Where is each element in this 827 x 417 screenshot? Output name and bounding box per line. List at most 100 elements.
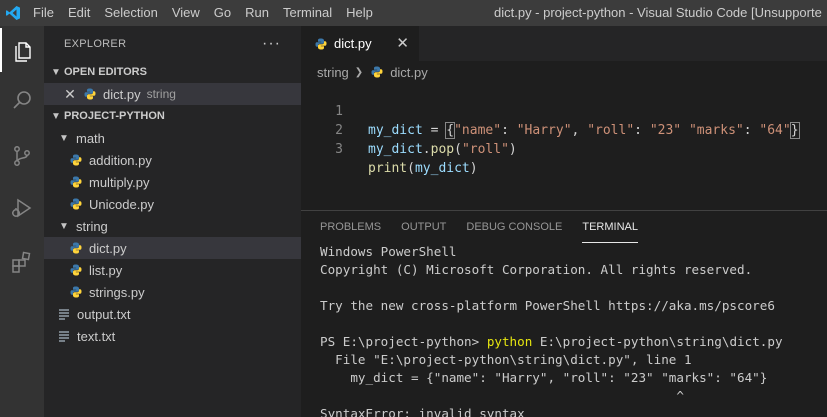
tab-problems[interactable]: PROBLEMS — [320, 211, 381, 243]
tab-output[interactable]: OUTPUT — [401, 211, 446, 243]
code-token: ) — [508, 142, 517, 157]
code-token: my_dict — [368, 142, 423, 157]
activity-bar — [0, 26, 44, 417]
file-label: text.txt — [77, 328, 116, 344]
tab-dict-py[interactable]: dict.py ✕ — [301, 26, 419, 61]
file-item[interactable]: multiply.py — [44, 171, 301, 193]
terminal-output[interactable]: Windows PowerShell Copyright (C) Microso… — [320, 243, 827, 417]
file-label: multiply.py — [89, 174, 150, 190]
folder-string[interactable]: ▼ string — [44, 215, 301, 237]
vscode-logo-icon — [0, 0, 26, 26]
folder-label: string — [76, 218, 108, 234]
code-token: "23" — [649, 123, 682, 138]
menu-go[interactable]: Go — [207, 0, 238, 26]
breadcrumb-file[interactable]: dict.py — [390, 65, 428, 80]
python-file-icon — [68, 152, 84, 168]
code-token: "Harry" — [516, 123, 572, 138]
python-file-icon — [68, 174, 84, 190]
file-label: Unicode.py — [89, 196, 155, 212]
python-file-icon — [82, 86, 98, 102]
project-header[interactable]: ▼ PROJECT-PYTHON — [44, 105, 301, 127]
menu-bar: File Edit Selection View Go Run Terminal… — [26, 0, 380, 26]
file-item-selected[interactable]: dict.py — [44, 237, 301, 259]
menu-terminal[interactable]: Terminal — [276, 0, 339, 26]
code-editor[interactable]: 1 my_dict = {"name": "Harry", "roll": "2… — [301, 83, 827, 203]
open-editors-label: OPEN EDITORS — [64, 66, 147, 78]
code-token: ( — [407, 161, 415, 176]
code-token: "64" — [759, 123, 791, 138]
code-token: my_dict — [414, 161, 470, 176]
code-token: : — [501, 123, 517, 138]
code-token: : — [743, 123, 760, 138]
tab-debug-console[interactable]: DEBUG CONSOLE — [466, 211, 562, 243]
code-line: 1 my_dict = {"name": "Harry", "roll": "2… — [301, 83, 800, 139]
terminal-line: File "E:\project-python\string\dict.py",… — [320, 352, 692, 367]
code-token: "marks" — [688, 123, 744, 138]
run-debug-icon[interactable] — [0, 186, 44, 230]
code-token: my_dict — [368, 123, 423, 138]
search-icon[interactable] — [0, 78, 44, 122]
file-item[interactable]: list.py — [44, 259, 301, 281]
breadcrumb-folder[interactable]: string — [317, 65, 349, 80]
code-token: = — [422, 123, 447, 138]
code-token: : — [634, 123, 650, 138]
folder-math[interactable]: ▼ math — [44, 127, 301, 149]
code-token: . — [422, 142, 431, 157]
chevron-right-icon: ❯ — [354, 66, 364, 78]
chevron-down-icon: ▼ — [59, 220, 69, 232]
code-token: "roll" — [587, 123, 635, 138]
open-editor-name: dict.py — [103, 86, 141, 102]
python-file-icon — [313, 36, 329, 52]
file-item[interactable]: output.txt — [44, 303, 301, 325]
tab-label: dict.py — [334, 36, 372, 51]
code-token: "name" — [454, 123, 502, 138]
menu-edit[interactable]: Edit — [61, 0, 97, 26]
file-label: dict.py — [89, 240, 127, 256]
code-text: my_dict.pop("roll") — [368, 140, 517, 159]
menu-run[interactable]: Run — [238, 0, 276, 26]
chevron-down-icon: ▼ — [59, 132, 69, 144]
code-token: ( — [454, 142, 462, 157]
menu-selection[interactable]: Selection — [97, 0, 164, 26]
panel-tab-bar: PROBLEMS OUTPUT DEBUG CONSOLE TERMINAL — [301, 211, 827, 243]
file-label: addition.py — [89, 152, 152, 168]
project-label: PROJECT-PYTHON — [64, 110, 165, 122]
python-file-icon — [68, 284, 84, 300]
file-label: strings.py — [89, 284, 145, 300]
source-control-icon[interactable] — [0, 134, 44, 178]
terminal-line: Copyright (C) Microsoft Corporation. All… — [320, 262, 753, 277]
terminal-prompt: PS E:\project-python> — [320, 334, 487, 349]
terminal-line: ^ — [320, 388, 684, 403]
code-token: pop — [430, 142, 455, 157]
chevron-down-icon: ▼ — [51, 66, 61, 78]
file-item[interactable]: addition.py — [44, 149, 301, 171]
menu-file[interactable]: File — [26, 0, 61, 26]
breadcrumb: string ❯ dict.py — [301, 61, 827, 83]
explorer-header: EXPLORER ··· — [44, 26, 301, 61]
extensions-icon[interactable] — [0, 240, 44, 284]
window-title: dict.py - project-python - Visual Studio… — [494, 5, 822, 20]
chevron-down-icon: ▼ — [51, 110, 61, 122]
explorer-sidebar: EXPLORER ··· ▼ OPEN EDITORS ✕ dict.py st… — [44, 26, 301, 417]
file-item[interactable]: Unicode.py — [44, 193, 301, 215]
menu-view[interactable]: View — [165, 0, 207, 26]
code-token: print — [368, 161, 408, 176]
menu-help[interactable]: Help — [339, 0, 380, 26]
file-item[interactable]: text.txt — [44, 325, 301, 347]
more-actions-icon[interactable]: ··· — [262, 35, 281, 53]
code-token: ) — [469, 161, 478, 176]
files-icon[interactable] — [0, 28, 44, 72]
text-file-icon — [56, 328, 72, 344]
close-icon[interactable]: ✕ — [396, 26, 409, 61]
file-label: list.py — [89, 262, 123, 278]
python-file-icon — [369, 64, 385, 80]
tab-terminal[interactable]: TERMINAL — [582, 211, 638, 243]
close-icon[interactable]: ✕ — [62, 86, 78, 103]
file-item[interactable]: strings.py — [44, 281, 301, 303]
open-editors-header[interactable]: ▼ OPEN EDITORS — [44, 61, 301, 83]
bottom-panel: PROBLEMS OUTPUT DEBUG CONSOLE TERMINAL W… — [301, 210, 827, 417]
open-editor-item[interactable]: ✕ dict.py string — [44, 83, 301, 105]
